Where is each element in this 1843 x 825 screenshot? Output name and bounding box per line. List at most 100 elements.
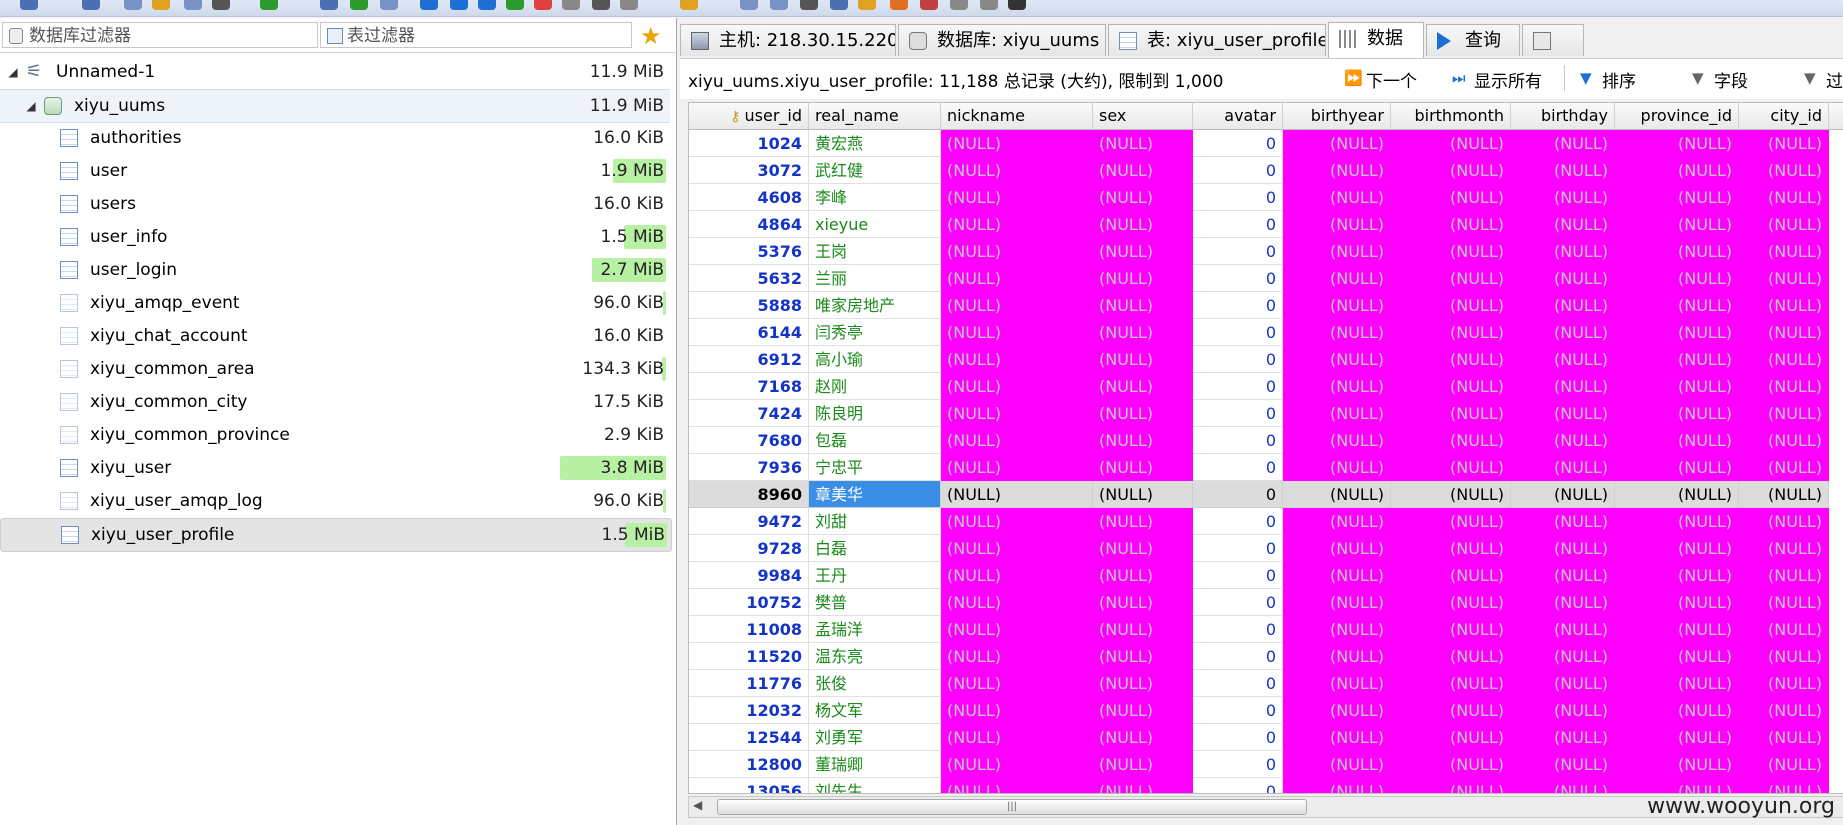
cell-city-id[interactable]: (NULL) — [1739, 643, 1829, 670]
cell-city-id[interactable]: (NULL) — [1739, 346, 1829, 373]
cell-sex[interactable]: (NULL) — [1093, 319, 1193, 346]
column-header-birthmonth[interactable]: birthmonth — [1391, 103, 1511, 129]
toolbar-icon[interactable] — [260, 0, 278, 10]
cell-city-id[interactable]: (NULL) — [1739, 265, 1829, 292]
cell-user-id[interactable]: 9728 — [689, 535, 809, 562]
toolbar-icon[interactable] — [890, 0, 908, 10]
cell-nickname[interactable]: (NULL) — [941, 427, 1093, 454]
cell-user-id[interactable]: 9472 — [689, 508, 809, 535]
tree-item-xiyu-amqp-event[interactable]: xiyu_amqp_event 96.0 KiB — [0, 287, 670, 319]
cell-city-id[interactable]: (NULL) — [1739, 724, 1829, 751]
table-row[interactable]: 4864 xieyue (NULL) (NULL) 0 (NULL) (NULL) (NULL… — [689, 211, 1843, 238]
data-grid[interactable]: ⚷ user_id real_name nickname sex avatar birthy… — [688, 102, 1843, 794]
cell-birthyear[interactable]: (NULL) — [1283, 616, 1391, 643]
cell-user-id[interactable]: 5376 — [689, 238, 809, 265]
cell-user-id[interactable]: 5632 — [689, 265, 809, 292]
cell-birthday[interactable]: (NULL) — [1511, 616, 1615, 643]
cell-city-id[interactable]: (NULL) — [1739, 184, 1829, 211]
toolbar-icon[interactable] — [1008, 0, 1026, 10]
cell-birthyear[interactable]: (NULL) — [1283, 400, 1391, 427]
cell-province-id[interactable]: (NULL) — [1615, 589, 1739, 616]
cell-avatar[interactable]: 0 — [1193, 400, 1283, 427]
cell-birthday[interactable]: (NULL) — [1511, 751, 1615, 778]
cell-sex[interactable]: (NULL) — [1093, 589, 1193, 616]
cell-real-name[interactable]: xieyue — [809, 211, 941, 238]
cell-sex[interactable]: (NULL) — [1093, 670, 1193, 697]
cell-province-id[interactable]: (NULL) — [1615, 508, 1739, 535]
toolbar-icon[interactable] — [350, 0, 368, 10]
cell-avatar[interactable]: 0 — [1193, 724, 1283, 751]
toolbar-icon[interactable] — [920, 0, 938, 10]
cell-real-name[interactable]: 杨文军 — [809, 697, 941, 724]
toolbar-icon[interactable] — [380, 0, 398, 10]
table-row[interactable]: 5888 唯家房地产 (NULL) (NULL) 0 (NULL) (NULL) (NULL)… — [689, 292, 1843, 319]
cell-birthday[interactable]: (NULL) — [1511, 265, 1615, 292]
cell-birthyear[interactable]: (NULL) — [1283, 562, 1391, 589]
toolbar-icon[interactable] — [320, 0, 338, 10]
table-row[interactable]: 12032 杨文军 (NULL) (NULL) 0 (NULL) (NULL) (NULL)(… — [689, 697, 1843, 724]
cell-province-id[interactable]: (NULL) — [1615, 292, 1739, 319]
toolbar-icon[interactable] — [184, 0, 202, 10]
cell-province-id[interactable]: (NULL) — [1615, 535, 1739, 562]
toolbar-icon[interactable] — [506, 0, 524, 10]
cell-province-id[interactable]: (NULL) — [1615, 211, 1739, 238]
column-header-user-id[interactable]: ⚷ user_id — [689, 103, 809, 129]
toolbar-icon[interactable] — [980, 0, 998, 10]
cell-province-id[interactable]: (NULL) — [1615, 157, 1739, 184]
cell-birthyear[interactable]: (NULL) — [1283, 535, 1391, 562]
table-row[interactable]: 11008 孟瑞洋 (NULL) (NULL) 0 (NULL) (NULL) (NULL)(… — [689, 616, 1843, 643]
cell-nickname[interactable]: (NULL) — [941, 184, 1093, 211]
cell-city-id[interactable]: (NULL) — [1739, 157, 1829, 184]
cell-city-id[interactable]: (NULL) — [1739, 751, 1829, 778]
cell-city-id[interactable]: (NULL) — [1739, 481, 1829, 508]
cell-city-id[interactable]: (NULL) — [1739, 670, 1829, 697]
cell-province-id[interactable]: (NULL) — [1615, 697, 1739, 724]
cell-birthday[interactable]: (NULL) — [1511, 508, 1615, 535]
cell-avatar[interactable]: 0 — [1193, 643, 1283, 670]
cell-nickname[interactable]: (NULL) — [941, 481, 1093, 508]
cell-real-name[interactable]: 王丹 — [809, 562, 941, 589]
cell-real-name[interactable]: 闫秀亭 — [809, 319, 941, 346]
column-header-nickname[interactable]: nickname — [941, 103, 1093, 129]
cell-real-name[interactable]: 陈良明 — [809, 400, 941, 427]
cell-city-id[interactable]: (NULL) — [1739, 616, 1829, 643]
toolbar-icon[interactable] — [534, 0, 552, 10]
tab-4[interactable]: 数据 — [1328, 22, 1424, 58]
cell-real-name[interactable]: 赵刚 — [809, 373, 941, 400]
cell-birthmonth[interactable]: (NULL) — [1391, 292, 1511, 319]
cell-sex[interactable]: (NULL) — [1093, 508, 1193, 535]
cell-avatar[interactable]: 0 — [1193, 157, 1283, 184]
scroll-left-arrow-icon[interactable]: ◀ — [693, 798, 702, 812]
cell-birthyear[interactable]: (NULL) — [1283, 319, 1391, 346]
cell-avatar[interactable]: 0 — [1193, 697, 1283, 724]
cell-city-id[interactable]: (NULL) — [1739, 373, 1829, 400]
tree-item-unnamed-1[interactable]: ◢ ⚟ Unnamed-1 11.9 MiB — [0, 56, 670, 88]
table-row[interactable]: 12800 董瑞卿 (NULL) (NULL) 0 (NULL) (NULL) (NULL)(… — [689, 751, 1843, 778]
cell-nickname[interactable]: (NULL) — [941, 751, 1093, 778]
cell-nickname[interactable]: (NULL) — [941, 535, 1093, 562]
tree-item-user-info[interactable]: user_info 1.5 MiB — [0, 221, 670, 253]
tab-6[interactable] — [1522, 24, 1584, 56]
tree-item-xiyu-chat-account[interactable]: xiyu_chat_account 16.0 KiB — [0, 320, 670, 352]
cell-province-id[interactable]: (NULL) — [1615, 346, 1739, 373]
cell-birthmonth[interactable]: (NULL) — [1391, 211, 1511, 238]
tree-item-users[interactable]: users 16.0 KiB — [0, 188, 670, 220]
table-row[interactable]: 7680 包磊 (NULL) (NULL) 0 (NULL) (NULL) (NULL) (NU… — [689, 427, 1843, 454]
show-all-button[interactable]: ⏭ 显示所有 — [1452, 67, 1542, 92]
cell-birthyear[interactable]: (NULL) — [1283, 481, 1391, 508]
scrollbar-thumb[interactable]: ||| — [717, 799, 1307, 815]
cell-birthyear[interactable]: (NULL) — [1283, 346, 1391, 373]
table-row[interactable]: 7424 陈良明 (NULL) (NULL) 0 (NULL) (NULL) (NULL) (N… — [689, 400, 1843, 427]
toolbar-icon[interactable] — [830, 0, 848, 10]
table-row[interactable]: 13056 刘先生 (NULL) (NULL) 0 (NULL) (NULL) (NULL)(… — [689, 778, 1843, 793]
table-row[interactable]: 3072 武红健 (NULL) (NULL) 0 (NULL) (NULL) (NULL) (N… — [689, 157, 1843, 184]
cell-sex[interactable]: (NULL) — [1093, 724, 1193, 751]
toolbar-icon[interactable] — [950, 0, 968, 10]
cell-sex[interactable]: (NULL) — [1093, 130, 1193, 157]
cell-city-id[interactable]: (NULL) — [1739, 319, 1829, 346]
table-row[interactable]: 10752 樊普 (NULL) (NULL) 0 (NULL) (NULL) (NULL) (N… — [689, 589, 1843, 616]
column-header-avatar[interactable]: avatar — [1193, 103, 1283, 129]
cell-sex[interactable]: (NULL) — [1093, 427, 1193, 454]
tree-item-xiyu-common-city[interactable]: xiyu_common_city 17.5 KiB — [0, 386, 670, 418]
cell-birthmonth[interactable]: (NULL) — [1391, 535, 1511, 562]
